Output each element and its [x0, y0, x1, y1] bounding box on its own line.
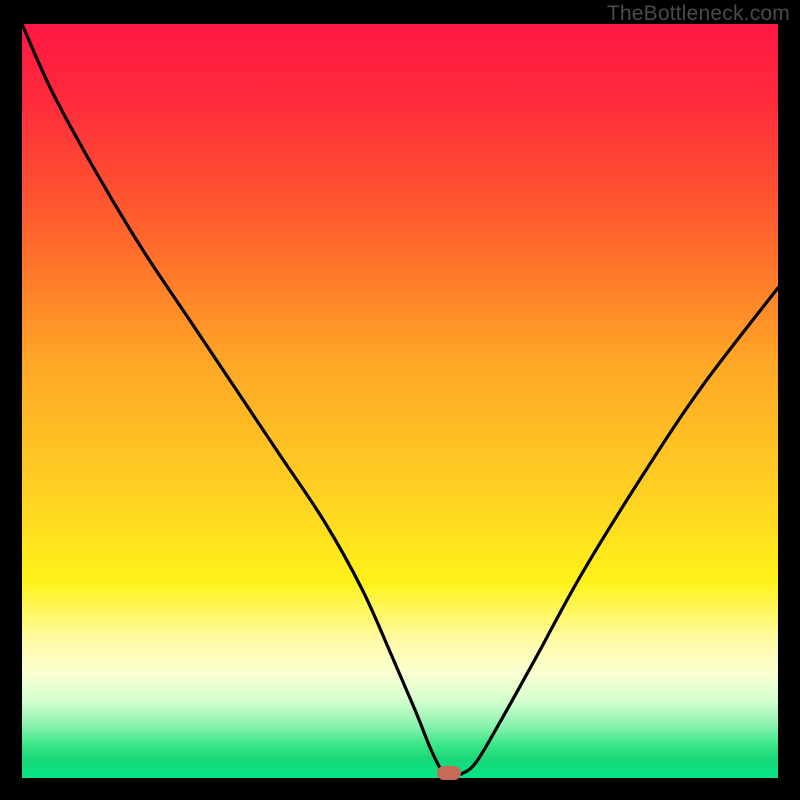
plot-area	[22, 24, 778, 778]
optimum-marker	[437, 766, 461, 780]
watermark-text: TheBottleneck.com	[607, 2, 790, 26]
chart-stage: TheBottleneck.com	[0, 0, 800, 800]
bottleneck-curve	[22, 24, 778, 778]
